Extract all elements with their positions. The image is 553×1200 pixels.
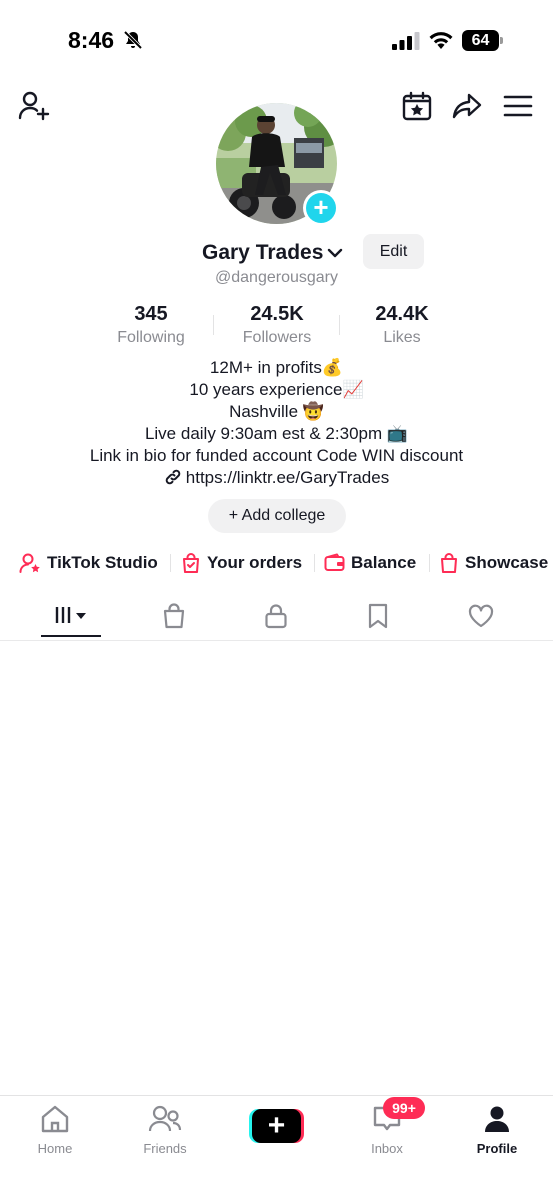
tool-label: Showcase — [465, 553, 549, 572]
tool-tiktok-studio[interactable]: TikTok Studio — [19, 550, 158, 576]
stat-value: 24.4K — [375, 303, 429, 325]
nav-label: Friends — [143, 1141, 187, 1156]
stat-followers[interactable]: 24.5K Followers — [212, 303, 342, 347]
tool-label: Your orders — [207, 553, 303, 572]
bookmark-icon — [368, 603, 388, 629]
battery-level: 64 — [471, 32, 490, 49]
bio-link[interactable]: https://linktr.ee/GaryTrades — [0, 468, 553, 488]
shopping-bag-icon — [441, 553, 457, 573]
order-bag-icon — [183, 553, 199, 573]
tool-your-orders[interactable]: Your orders — [181, 550, 302, 576]
tool-showcase[interactable]: Showcase — [439, 550, 548, 576]
add-avatar-button[interactable]: + — [303, 190, 339, 226]
bio: 12M+ in profits💰 10 years experience📈 Na… — [0, 357, 553, 467]
bottom-navigation: Home Friends + Inbox Profile — [0, 1095, 553, 1200]
stat-value: 24.5K — [250, 303, 304, 325]
nav-home[interactable]: Home — [15, 1104, 95, 1156]
profile-stats: 345 Following 24.5K Followers 24.4K Like… — [0, 303, 553, 353]
status-time: 8:46 — [68, 27, 115, 53]
heart-icon — [468, 604, 494, 628]
tab-videos[interactable] — [41, 596, 101, 640]
profile-icon — [485, 1106, 509, 1132]
tool-label: TikTok Studio — [47, 553, 158, 572]
nav-label: Inbox — [371, 1141, 403, 1156]
tab-private[interactable] — [246, 596, 306, 640]
wallet-icon — [324, 553, 345, 571]
bio-line: 12M+ in profits💰 — [209, 358, 344, 377]
nav-label: Home — [37, 1141, 73, 1156]
bio-line: Nashville 🤠 — [229, 402, 324, 421]
nav-label: Profile — [476, 1141, 518, 1156]
bio-line: 10 years experience📈 — [189, 380, 364, 399]
add-college-button[interactable]: + Add college — [208, 499, 346, 533]
creator-tools-row: TikTok Studio Your orders Balance Showca… — [0, 550, 553, 576]
divider — [314, 554, 315, 572]
divider — [170, 554, 171, 572]
bio-link-text: https://linktr.ee/GaryTrades — [185, 468, 390, 487]
tool-label: Balance — [351, 553, 417, 572]
stat-label: Likes — [383, 329, 421, 346]
cellular-signal-icon — [392, 32, 420, 50]
share-icon[interactable] — [451, 90, 483, 122]
bio-line: Live daily 9:30am est & 2:30pm 📺 — [144, 424, 409, 443]
stat-label: Following — [117, 329, 185, 346]
chevron-down-icon — [328, 248, 343, 258]
nav-friends[interactable]: Friends — [125, 1104, 205, 1156]
tool-balance[interactable]: Balance — [324, 550, 416, 576]
plus-icon: + — [252, 1109, 301, 1143]
inbox-badge: 99+ — [383, 1097, 425, 1119]
stat-label: Followers — [242, 329, 312, 346]
battery-indicator: 64 — [462, 30, 504, 51]
shopping-bag-icon — [163, 603, 185, 629]
create-button[interactable]: + — [249, 1109, 304, 1143]
lock-icon — [265, 604, 287, 629]
add-friend-icon[interactable] — [18, 90, 50, 122]
link-icon — [165, 469, 181, 485]
tab-favorites[interactable] — [348, 596, 408, 640]
display-name: Gary Trades — [202, 241, 324, 264]
person-star-icon — [19, 553, 40, 573]
profile-name-row[interactable]: Gary Trades — [202, 238, 343, 268]
content-tabs — [0, 596, 553, 641]
nav-profile[interactable]: Profile — [457, 1104, 537, 1156]
bio-line: Link in bio for funded account Code WIN … — [89, 446, 464, 465]
stat-likes[interactable]: 24.4K Likes — [337, 303, 467, 347]
stat-value: 345 — [134, 303, 168, 325]
menu-icon[interactable] — [502, 90, 534, 122]
wifi-icon — [429, 32, 453, 49]
calendar-star-icon[interactable] — [401, 90, 433, 122]
plus-icon: + — [306, 193, 336, 223]
divider — [429, 554, 430, 572]
tab-shop[interactable] — [144, 596, 204, 640]
grid-lines-icon — [55, 607, 86, 623]
status-bar: 8:46 64 — [0, 0, 553, 72]
stat-following[interactable]: 345 Following — [86, 303, 216, 347]
edit-profile-button[interactable]: Edit — [363, 234, 424, 269]
friends-icon — [148, 1105, 182, 1132]
username: @dangerousgary — [215, 269, 338, 286]
home-icon — [41, 1105, 69, 1133]
bell-muted-icon — [123, 30, 143, 50]
tab-liked[interactable] — [451, 596, 511, 640]
